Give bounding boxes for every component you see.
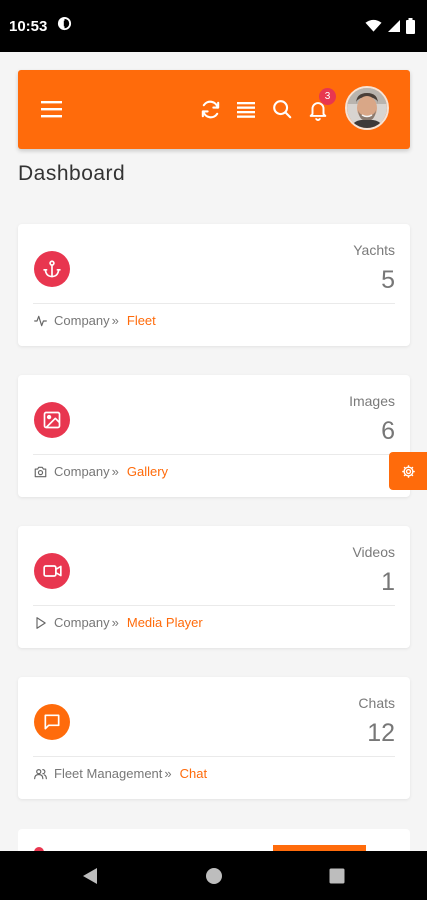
breadcrumb-parent: Company <box>54 464 110 479</box>
breadcrumb-link-fleet[interactable]: Fleet <box>127 313 156 328</box>
home-button[interactable] <box>205 867 223 890</box>
navigation-bar <box>0 851 427 900</box>
home-circle-icon <box>206 868 222 884</box>
recents-square-icon <box>329 868 345 884</box>
battery-icon <box>406 18 415 34</box>
videos-card[interactable]: Videos 1 Company » Media Player <box>18 526 410 648</box>
back-triangle-icon <box>83 868 97 884</box>
breadcrumb-separator: » <box>111 615 119 630</box>
refresh-button[interactable] <box>199 98 222 126</box>
card-label: Yachts <box>353 242 395 258</box>
video-icon <box>34 553 70 589</box>
card-label: Chats <box>358 695 395 711</box>
breadcrumb: Company » Fleet <box>33 313 156 328</box>
wifi-icon <box>365 19 382 33</box>
card-value: 6 <box>381 417 395 445</box>
hamburger-menu-icon <box>41 101 62 118</box>
breadcrumb-separator: » <box>111 464 119 479</box>
list-icon <box>237 102 255 118</box>
settings-button[interactable] <box>389 452 427 490</box>
card-value: 5 <box>381 266 395 294</box>
recents-button[interactable] <box>329 868 345 889</box>
notification-badge: 3 <box>319 88 336 105</box>
breadcrumb: Fleet Management » Chat <box>33 766 207 781</box>
yachts-card[interactable]: Yachts 5 Company » Fleet <box>18 224 410 346</box>
avatar[interactable] <box>345 86 389 130</box>
menu-button[interactable] <box>40 98 64 120</box>
breadcrumb-link-chat[interactable]: Chat <box>180 766 207 781</box>
search-button[interactable] <box>271 98 293 125</box>
chats-card[interactable]: Chats 12 Fleet Management » Chat <box>18 677 410 799</box>
search-icon <box>273 100 292 119</box>
image-icon <box>34 402 70 438</box>
page-title: Dashboard <box>18 162 126 185</box>
breadcrumb-separator: » <box>111 313 119 328</box>
breadcrumb-link-media-player[interactable]: Media Player <box>127 615 203 630</box>
anchor-icon <box>34 251 70 287</box>
card-label: Videos <box>352 544 395 560</box>
breadcrumb-parent: Company <box>54 615 110 630</box>
user-avatar-image <box>347 88 387 128</box>
chat-icon <box>34 704 70 740</box>
divider <box>33 303 395 304</box>
divider <box>33 454 395 455</box>
divider <box>33 756 395 757</box>
card-label: Images <box>349 393 395 409</box>
images-card[interactable]: Images 6 Company » Gallery <box>18 375 410 497</box>
divider <box>33 605 395 606</box>
breadcrumb: Company » Media Player <box>33 615 203 630</box>
breadcrumb-parent: Company <box>54 313 110 328</box>
breadcrumb: Company » Gallery <box>33 464 168 479</box>
gear-icon <box>401 464 415 478</box>
status-time: 10:53 <box>9 17 48 35</box>
app-header: 3 <box>18 70 410 149</box>
breadcrumb-parent: Fleet Management <box>54 766 163 781</box>
card-value: 12 <box>367 719 395 747</box>
list-view-button[interactable] <box>236 98 256 125</box>
breadcrumb-link-gallery[interactable]: Gallery <box>127 464 168 479</box>
status-bar: 10:53 <box>0 0 427 52</box>
refresh-icon <box>201 100 220 119</box>
users-icon <box>34 768 47 779</box>
camera-icon <box>34 466 47 477</box>
signal-icon <box>387 19 401 33</box>
back-button[interactable] <box>82 867 98 890</box>
breadcrumb-separator: » <box>164 766 172 781</box>
card-value: 1 <box>381 568 395 596</box>
activity-icon <box>34 315 47 326</box>
play-icon <box>36 616 46 629</box>
data-saver-icon <box>57 16 72 36</box>
